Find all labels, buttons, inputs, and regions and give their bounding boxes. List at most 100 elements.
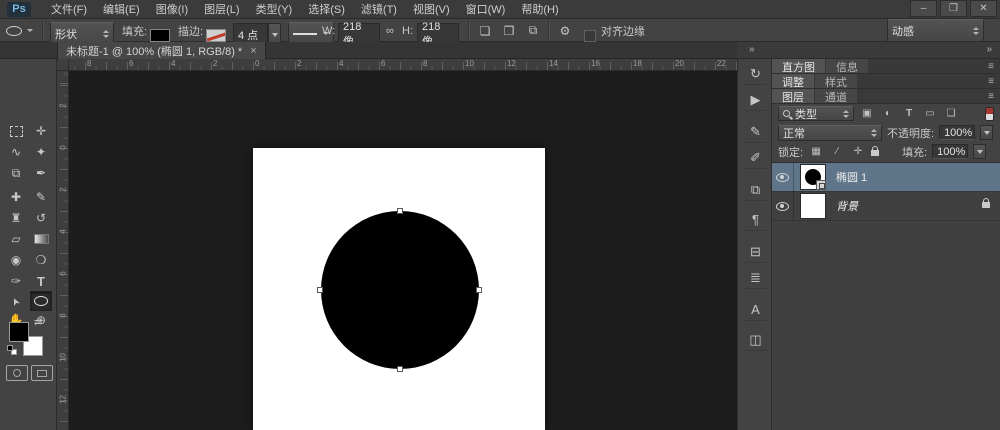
tab-histogram[interactable]: 直方图	[772, 59, 825, 73]
lock-all-icon[interactable]	[871, 150, 879, 156]
lasso-tool[interactable]: ∿	[5, 142, 27, 162]
menu-edit[interactable]: 编辑(E)	[95, 1, 148, 17]
path-selection-tool[interactable]: ➤	[5, 291, 27, 311]
opacity-input[interactable]: 100%	[939, 125, 975, 140]
filter-smart-objects-icon[interactable]: ❏	[943, 107, 959, 121]
actions-panel-button[interactable]: ▶	[744, 89, 767, 111]
minimize-button[interactable]: –	[910, 0, 937, 17]
menu-file[interactable]: 文件(F)	[43, 1, 95, 17]
pen-tool[interactable]: ✑	[5, 271, 27, 291]
path-arrangement-button[interactable]: ⧉	[524, 19, 542, 42]
tab-channels[interactable]: 通道	[815, 89, 857, 103]
brush-tool[interactable]: ✎	[30, 187, 52, 207]
paragraph-panel-button[interactable]: ¶	[744, 209, 767, 231]
filter-adjustment-layers-icon[interactable]: ◐	[880, 107, 896, 121]
menu-window[interactable]: 窗口(W)	[458, 1, 514, 17]
panel-menu-icon[interactable]: ≡	[982, 59, 1000, 73]
clone-stamp-tool[interactable]: ♜	[5, 208, 27, 228]
filter-type-dropdown[interactable]: 类型	[778, 106, 854, 121]
document-close-icon[interactable]: ×	[250, 45, 256, 57]
eyedropper-tool[interactable]: ✒	[30, 163, 52, 183]
tab-info[interactable]: 信息	[826, 59, 868, 73]
filter-type-layers-icon[interactable]: T	[901, 107, 917, 121]
menu-layer[interactable]: 图层(L)	[196, 1, 247, 17]
history-panel-button[interactable]: ↻	[744, 63, 767, 85]
tab-layers[interactable]: 图层	[772, 89, 814, 103]
geometry-options-button[interactable]: ⚙	[556, 19, 574, 42]
align-edges-checkbox[interactable]	[584, 30, 596, 42]
eraser-tool[interactable]: ▱	[5, 229, 27, 249]
layer-thumbnail[interactable]	[800, 193, 826, 219]
lock-transparency-icon[interactable]: ▦	[808, 145, 824, 159]
link-dimensions-icon[interactable]: ∞	[386, 25, 394, 37]
canvas-pasteboard[interactable]: 8 6 4 2 0 2 4 6 8 10 12 14 16 18 20 22 2…	[57, 59, 737, 430]
tool-preset-picker[interactable]	[6, 19, 33, 42]
ruler-origin-corner[interactable]	[57, 59, 69, 71]
panel-menu-icon[interactable]: ≡	[982, 74, 1000, 88]
menu-help[interactable]: 帮助(H)	[513, 1, 566, 17]
swap-colors-icon[interactable]: ⇄	[34, 317, 42, 328]
filter-pixel-layers-icon[interactable]: ▣	[859, 107, 875, 121]
opacity-dropdown-button[interactable]	[980, 125, 993, 140]
layer-name[interactable]: 椭圆 1	[836, 169, 867, 185]
horizontal-ruler[interactable]: 8 6 4 2 0 2 4 6 8 10 12 14 16 18 20 22	[69, 59, 737, 71]
gradient-tool[interactable]	[30, 229, 52, 249]
menu-type[interactable]: 类型(Y)	[248, 1, 301, 17]
visibility-cell[interactable]	[772, 163, 794, 192]
blend-mode-dropdown[interactable]: 正常	[778, 125, 882, 141]
menu-filter[interactable]: 滤镜(T)	[353, 1, 405, 17]
document-tab[interactable]: 未标题-1 @ 100% (椭圆 1, RGB/8) * ×	[57, 42, 266, 59]
workspace-switcher-dropdown[interactable]: 动感	[887, 19, 984, 42]
quick-mask-button[interactable]	[6, 365, 28, 381]
dodge-tool[interactable]: ❍	[30, 250, 52, 270]
filtering-toggle-switch[interactable]	[985, 107, 994, 121]
vertical-ruler[interactable]: 2 0 2 4 6 8 10 12	[57, 71, 69, 430]
screen-mode-button[interactable]	[31, 365, 53, 381]
stroke-color-swatch[interactable]	[206, 29, 226, 42]
lock-position-icon[interactable]: ✛	[850, 145, 866, 159]
type-tool[interactable]: T	[30, 271, 52, 291]
foreground-color-swatch[interactable]	[9, 322, 29, 342]
quick-selection-tool[interactable]: ✦	[30, 142, 52, 162]
layer-name[interactable]: 背景	[836, 198, 858, 214]
anchor-point-bottom[interactable]	[397, 366, 403, 372]
tab-adjustments[interactable]: 调整	[772, 74, 814, 88]
spot-healing-brush-tool[interactable]: ✚	[5, 187, 27, 207]
anchor-point-top[interactable]	[397, 208, 403, 214]
anchor-point-left[interactable]	[317, 287, 323, 293]
crop-tool[interactable]: ⧉	[5, 163, 27, 183]
rectangular-marquee-tool[interactable]	[5, 121, 27, 141]
character-panel-button[interactable]: A	[744, 299, 767, 321]
menu-image[interactable]: 图像(I)	[148, 1, 196, 17]
brush-presets-panel-button[interactable]: ✐	[744, 147, 767, 169]
layer-comps-panel-button[interactable]: ◫	[744, 329, 767, 351]
visibility-cell[interactable]	[772, 192, 794, 221]
layer-row-ellipse-1[interactable]: 椭圆 1	[772, 163, 1000, 192]
restore-button[interactable]: ❐	[940, 0, 967, 17]
lock-image-icon[interactable]: ∕	[829, 145, 845, 159]
menu-view[interactable]: 视图(V)	[405, 1, 458, 17]
blur-tool[interactable]: ◉	[5, 250, 27, 270]
fill-input[interactable]: 100%	[932, 144, 968, 159]
menu-select[interactable]: 选择(S)	[300, 1, 353, 17]
brush-panel-button[interactable]: ✎	[744, 121, 767, 143]
filter-shape-layers-icon[interactable]: ▭	[922, 107, 938, 121]
history-brush-tool[interactable]: ↺	[30, 208, 52, 228]
move-tool[interactable]: ✛	[30, 121, 52, 141]
fill-dropdown-button[interactable]	[973, 144, 986, 159]
default-colors-icon[interactable]	[7, 345, 17, 355]
document-canvas[interactable]	[253, 148, 545, 430]
ellipse-tool[interactable]	[30, 291, 52, 311]
clone-source-panel-button[interactable]: ⧉	[744, 179, 767, 201]
collapse-dock-icon[interactable]: »	[749, 44, 755, 55]
panel-menu-icon[interactable]: ≡	[982, 89, 1000, 103]
path-alignment-button[interactable]: ❐	[500, 19, 518, 42]
ellipse-shape[interactable]	[321, 211, 479, 369]
layer-row-background[interactable]: 背景	[772, 192, 1000, 221]
layer-thumbnail[interactable]	[800, 164, 826, 190]
close-button[interactable]: ✕	[970, 0, 997, 17]
path-operations-button[interactable]: ❏	[476, 19, 494, 42]
fill-color-swatch[interactable]	[150, 29, 170, 42]
tab-styles[interactable]: 样式	[815, 74, 857, 88]
collapse-panels-icon[interactable]: »	[986, 44, 992, 55]
